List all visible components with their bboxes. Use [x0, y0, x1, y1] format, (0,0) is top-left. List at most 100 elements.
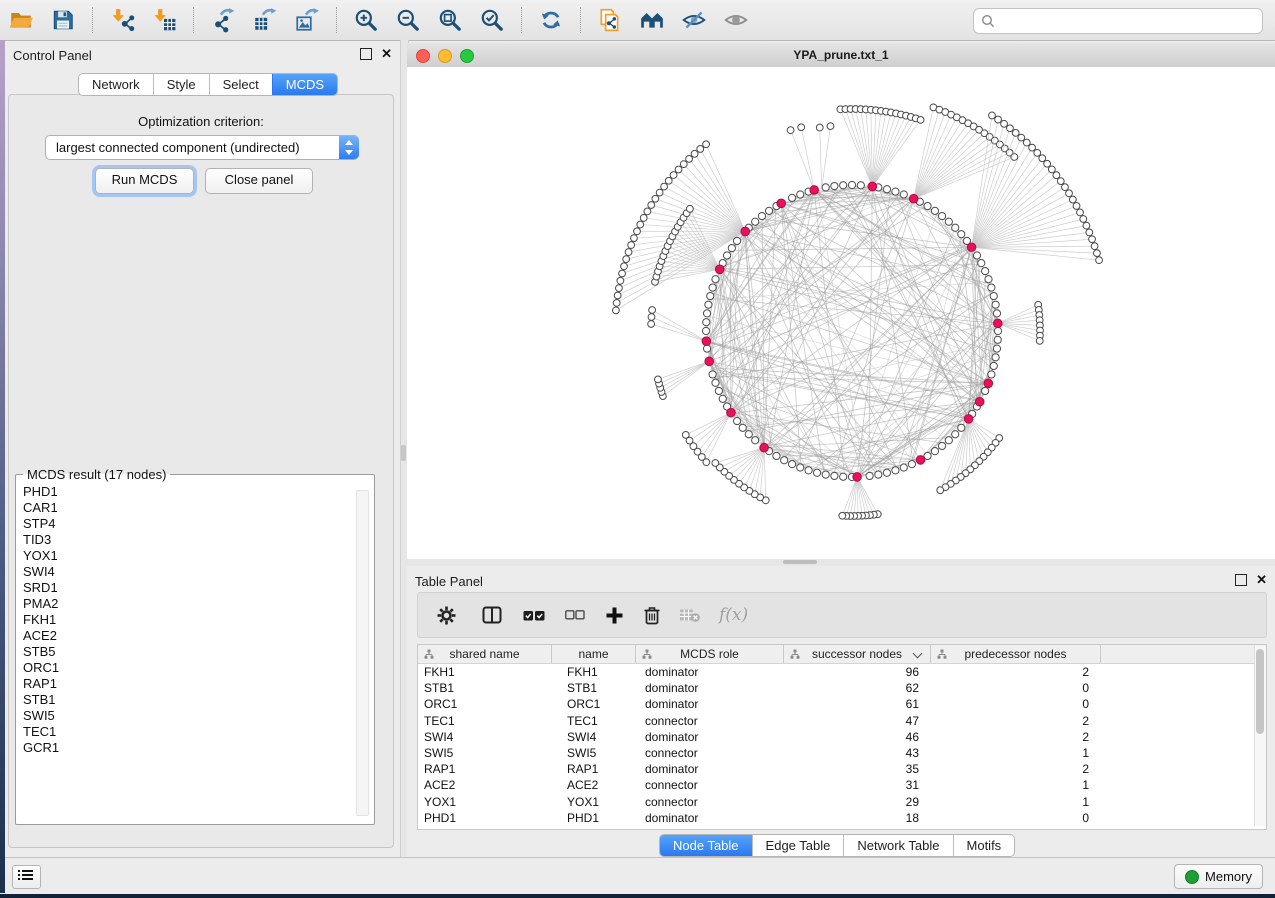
show-all-icon[interactable]	[723, 7, 749, 33]
splitter-grip[interactable]	[401, 445, 406, 461]
splitter-grip[interactable]	[783, 560, 817, 564]
table-cell[interactable]: 61	[784, 696, 931, 712]
hide-selected-icon[interactable]	[681, 7, 707, 33]
mcds-list-scrollbar[interactable]	[356, 490, 369, 816]
zoom-in-icon[interactable]	[353, 7, 379, 33]
table-row[interactable]: SWI5SWI5connector431	[418, 745, 1266, 761]
table-row[interactable]: ACE2ACE2connector311	[418, 777, 1266, 793]
tab-network-table[interactable]: Network Table	[843, 835, 952, 856]
table-cell[interactable]: 0	[931, 680, 1101, 696]
mcds-node-item[interactable]: CAR1	[23, 500, 374, 516]
table-cell[interactable]: 2	[931, 729, 1101, 745]
mcds-node-item[interactable]: PHD1	[23, 484, 374, 500]
scrollbar-thumb[interactable]	[1256, 649, 1264, 734]
mcds-node-item[interactable]: GCR1	[23, 740, 374, 756]
table-scrollbar[interactable]	[1254, 646, 1266, 826]
table-row[interactable]: RAP1RAP1dominator352	[418, 761, 1266, 777]
table-cell[interactable]: 46	[784, 729, 931, 745]
table-cell[interactable]: ACE2	[418, 777, 552, 793]
table-cell[interactable]: 43	[784, 745, 931, 761]
table-cell[interactable]: YOX1	[418, 794, 552, 810]
deselect-all-icon[interactable]	[565, 609, 585, 621]
table-cell[interactable]: ACE2	[552, 777, 636, 793]
table-cell[interactable]: 47	[784, 713, 931, 729]
export-image-icon[interactable]	[294, 7, 320, 33]
mcds-node-item[interactable]: SWI5	[23, 708, 374, 724]
table-cell[interactable]: FKH1	[552, 664, 636, 680]
table-cell[interactable]: 0	[931, 810, 1101, 826]
table-cell[interactable]: STB1	[418, 680, 552, 696]
add-icon[interactable]	[605, 606, 624, 625]
table-cell[interactable]: PHD1	[552, 810, 636, 826]
mcds-node-item[interactable]: FKH1	[23, 612, 374, 628]
horizontal-splitter[interactable]	[407, 559, 1275, 566]
table-cell[interactable]: connector	[636, 745, 784, 761]
table-cell[interactable]: 1	[931, 777, 1101, 793]
mcds-node-item[interactable]: TID3	[23, 532, 374, 548]
table-cell[interactable]: PHD1	[418, 810, 552, 826]
tab-style[interactable]: Style	[153, 74, 209, 95]
column-header-successor-nodes[interactable]: successor nodes	[784, 645, 931, 663]
column-header-MCDS-role[interactable]: MCDS role	[636, 645, 784, 663]
table-cell[interactable]: dominator	[636, 664, 784, 680]
tab-mcds[interactable]: MCDS	[272, 74, 337, 95]
close-panel-icon[interactable]: ✕	[381, 49, 392, 59]
table-cell[interactable]: 1	[931, 745, 1101, 761]
table-cell[interactable]: FKH1	[418, 664, 552, 680]
import-table-icon[interactable]	[151, 7, 177, 33]
table-cell[interactable]: 2	[931, 713, 1101, 729]
table-cell[interactable]: SWI5	[418, 745, 552, 761]
table-cell[interactable]: SWI5	[552, 745, 636, 761]
table-cell[interactable]: connector	[636, 777, 784, 793]
table-cell[interactable]: 0	[931, 696, 1101, 712]
function-icon[interactable]: f(x)	[719, 605, 748, 625]
mcds-node-item[interactable]: SWI4	[23, 564, 374, 580]
table-cell[interactable]: dominator	[636, 761, 784, 777]
refresh-icon[interactable]	[538, 7, 564, 33]
mcds-node-item[interactable]: TEC1	[23, 724, 374, 740]
table-cell[interactable]: dominator	[636, 680, 784, 696]
columns-icon[interactable]	[482, 606, 502, 624]
first-neighbors-icon[interactable]	[639, 7, 665, 33]
table-cell[interactable]: 29	[784, 794, 931, 810]
network-canvas[interactable]	[407, 67, 1275, 559]
table-cell[interactable]: dominator	[636, 696, 784, 712]
tab-select[interactable]: Select	[209, 74, 272, 95]
column-header-predecessor-nodes[interactable]: predecessor nodes	[931, 645, 1101, 663]
mcds-node-item[interactable]: STB5	[23, 644, 374, 660]
optimization-criterion-select[interactable]: largest connected component (undirected)	[45, 135, 359, 160]
table-cell[interactable]: connector	[636, 713, 784, 729]
table-row[interactable]: YOX1YOX1connector291	[418, 794, 1266, 810]
table-cell[interactable]: 2	[931, 664, 1101, 680]
table-row[interactable]: ORC1ORC1dominator610	[418, 696, 1266, 712]
table-cell[interactable]: TEC1	[552, 713, 636, 729]
select-all-icon[interactable]	[523, 609, 545, 622]
close-panel-button[interactable]: Close panel	[205, 168, 313, 194]
tab-edge-table[interactable]: Edge Table	[752, 835, 844, 856]
table-cell[interactable]: 1	[931, 794, 1101, 810]
mcds-node-item[interactable]: STB1	[23, 692, 374, 708]
tab-network[interactable]: Network	[79, 74, 153, 95]
table-cell[interactable]: TEC1	[418, 713, 552, 729]
table-cell[interactable]: STB1	[552, 680, 636, 696]
tab-node-table[interactable]: Node Table	[660, 835, 752, 856]
tab-motifs[interactable]: Motifs	[953, 835, 1015, 856]
zoom-selected-icon[interactable]	[479, 7, 505, 33]
clone-network-icon[interactable]	[597, 7, 623, 33]
table-cell[interactable]: 35	[784, 761, 931, 777]
table-row[interactable]: PHD1PHD1dominator180	[418, 810, 1266, 826]
import-network-icon[interactable]	[109, 7, 135, 33]
column-header-shared-name[interactable]: shared name	[418, 645, 552, 663]
float-panel-icon[interactable]	[360, 48, 372, 60]
table-cell[interactable]: 31	[784, 777, 931, 793]
table-row[interactable]: FKH1FKH1dominator962	[418, 664, 1266, 680]
table-cell[interactable]: RAP1	[418, 761, 552, 777]
table-cell[interactable]: dominator	[636, 729, 784, 745]
table-row[interactable]: SWI4SWI4dominator462	[418, 729, 1266, 745]
save-icon[interactable]	[50, 7, 76, 33]
mcds-node-item[interactable]: STP4	[23, 516, 374, 532]
table-cell[interactable]: 62	[784, 680, 931, 696]
table-row[interactable]: STB1STB1dominator620	[418, 680, 1266, 696]
table-cell[interactable]: 2	[931, 761, 1101, 777]
close-panel-icon[interactable]: ✕	[1256, 575, 1267, 585]
